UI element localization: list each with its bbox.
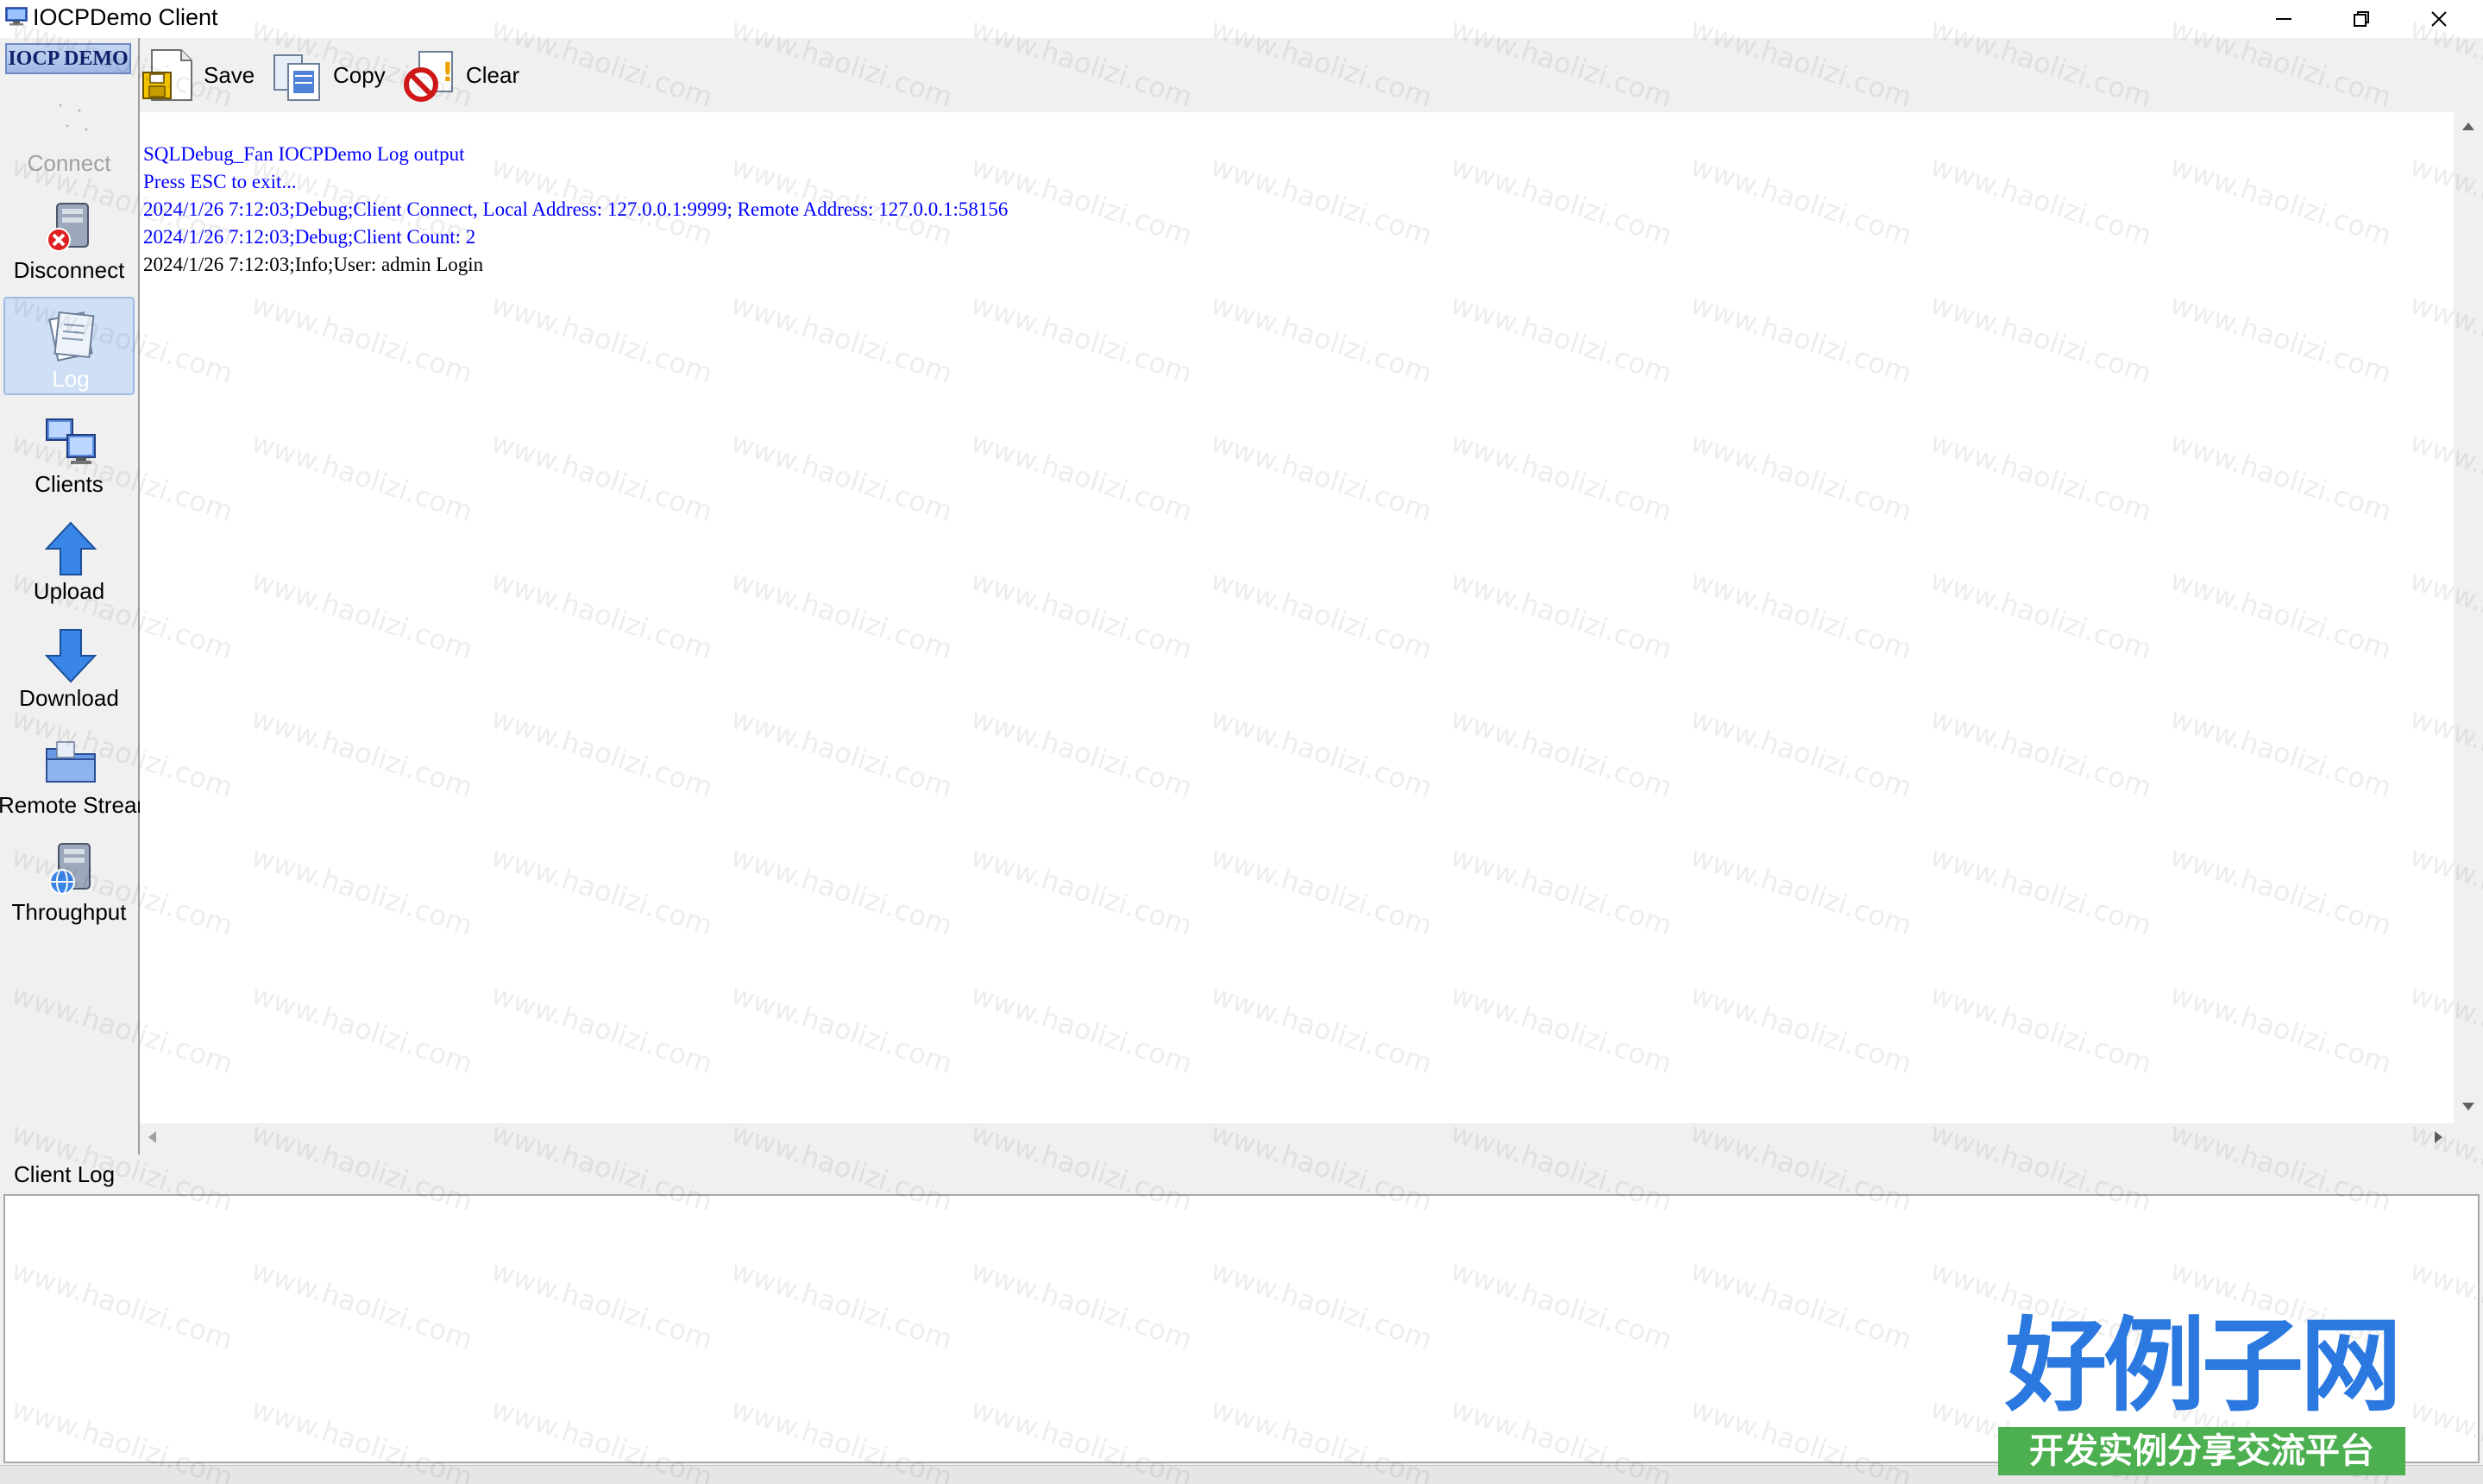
title-bar: IOCPDemo Client xyxy=(0,0,2483,38)
sidebar-item-remote-stream[interactable]: Remote Stream xyxy=(0,725,140,823)
log-icon xyxy=(48,311,95,362)
restore-button[interactable] xyxy=(2323,0,2400,38)
connect-icon xyxy=(59,104,88,131)
client-log-box[interactable] xyxy=(3,1194,2480,1463)
clear-button[interactable]: ! Clear xyxy=(402,45,519,105)
disconnect-icon xyxy=(47,203,89,252)
save-icon xyxy=(142,49,192,101)
sidebar-item-label: Remote Stream xyxy=(0,792,140,818)
scroll-right-arrow-icon[interactable] xyxy=(2435,1131,2442,1143)
save-button[interactable]: Save xyxy=(140,45,255,105)
scroll-up-arrow-icon[interactable] xyxy=(2462,123,2474,130)
save-label: Save xyxy=(204,61,255,88)
sidebar-item-throughput[interactable]: Throughput xyxy=(3,832,135,930)
sidebar-item-label: Log xyxy=(52,366,90,392)
upload-arrow-icon xyxy=(44,521,97,575)
clients-icon xyxy=(46,418,96,464)
copy-icon xyxy=(273,54,320,101)
clear-label: Clear xyxy=(466,61,520,88)
minimize-icon xyxy=(2276,18,2291,20)
log-line: 2024/1/26 7:12:03;Info;User: admin Login xyxy=(143,254,484,275)
clear-icon: ! xyxy=(404,51,454,102)
close-button[interactable] xyxy=(2400,0,2478,38)
sidebar-item-label: Clients xyxy=(35,471,104,497)
scroll-down-arrow-icon[interactable] xyxy=(2462,1103,2474,1110)
monitor-icon xyxy=(5,7,28,26)
log-line: SQLDebug_Fan IOCPDemo Log output xyxy=(143,143,465,165)
log-line: 2024/1/26 7:12:03;Debug;Client Count: 2 xyxy=(143,226,476,248)
remote-stream-icon xyxy=(46,741,96,783)
minimize-button[interactable] xyxy=(2245,0,2323,38)
log-output[interactable]: SQLDebug_Fan IOCPDemo Log output Press E… xyxy=(140,112,2454,1123)
toolbar: Save Copy ! Clear xyxy=(140,38,2483,114)
sidebar-item-label: Disconnect xyxy=(13,257,125,283)
sidebar-item-label: Download xyxy=(19,685,119,711)
copy-label: Copy xyxy=(333,61,386,88)
svg-text:!: ! xyxy=(442,58,454,88)
sidebar-item-download[interactable]: Download xyxy=(3,618,135,716)
sidebar-item-connect[interactable]: Connect xyxy=(3,83,135,181)
horizontal-scrollbar[interactable] xyxy=(140,1123,2454,1151)
sidebar-item-upload[interactable]: Upload xyxy=(3,511,135,609)
client-log-label: Client Log xyxy=(14,1161,116,1187)
download-arrow-icon xyxy=(44,629,97,683)
log-line: Press ESC to exit... xyxy=(143,171,297,192)
vertical-scrollbar[interactable] xyxy=(2454,112,2483,1123)
status-bar xyxy=(0,1465,2483,1484)
sidebar-item-label: Upload xyxy=(33,578,105,604)
sidebar: IOCP DEMO Connect Disconnect Log Clients… xyxy=(0,38,140,1154)
sidebar-item-clients[interactable]: Clients xyxy=(3,404,135,502)
sidebar-item-log[interactable]: Log xyxy=(3,297,135,395)
sidebar-item-label: Connect xyxy=(27,150,111,176)
log-line: 2024/1/26 7:12:03;Debug;Client Connect, … xyxy=(143,198,1009,220)
restore-icon xyxy=(2354,11,2369,27)
copy-button[interactable]: Copy xyxy=(269,45,386,105)
scroll-left-arrow-icon[interactable] xyxy=(148,1131,156,1143)
window-title: IOCPDemo Client xyxy=(33,4,218,30)
brand-logo: IOCP DEMO xyxy=(5,43,131,74)
main-window: IOCPDemo Client IOCP DEMO Connect Discon… xyxy=(0,0,2483,1484)
sidebar-item-label: Throughput xyxy=(11,899,127,925)
close-icon xyxy=(2431,11,2447,27)
throughput-icon xyxy=(49,843,91,895)
sidebar-item-disconnect[interactable]: Disconnect xyxy=(3,190,135,288)
